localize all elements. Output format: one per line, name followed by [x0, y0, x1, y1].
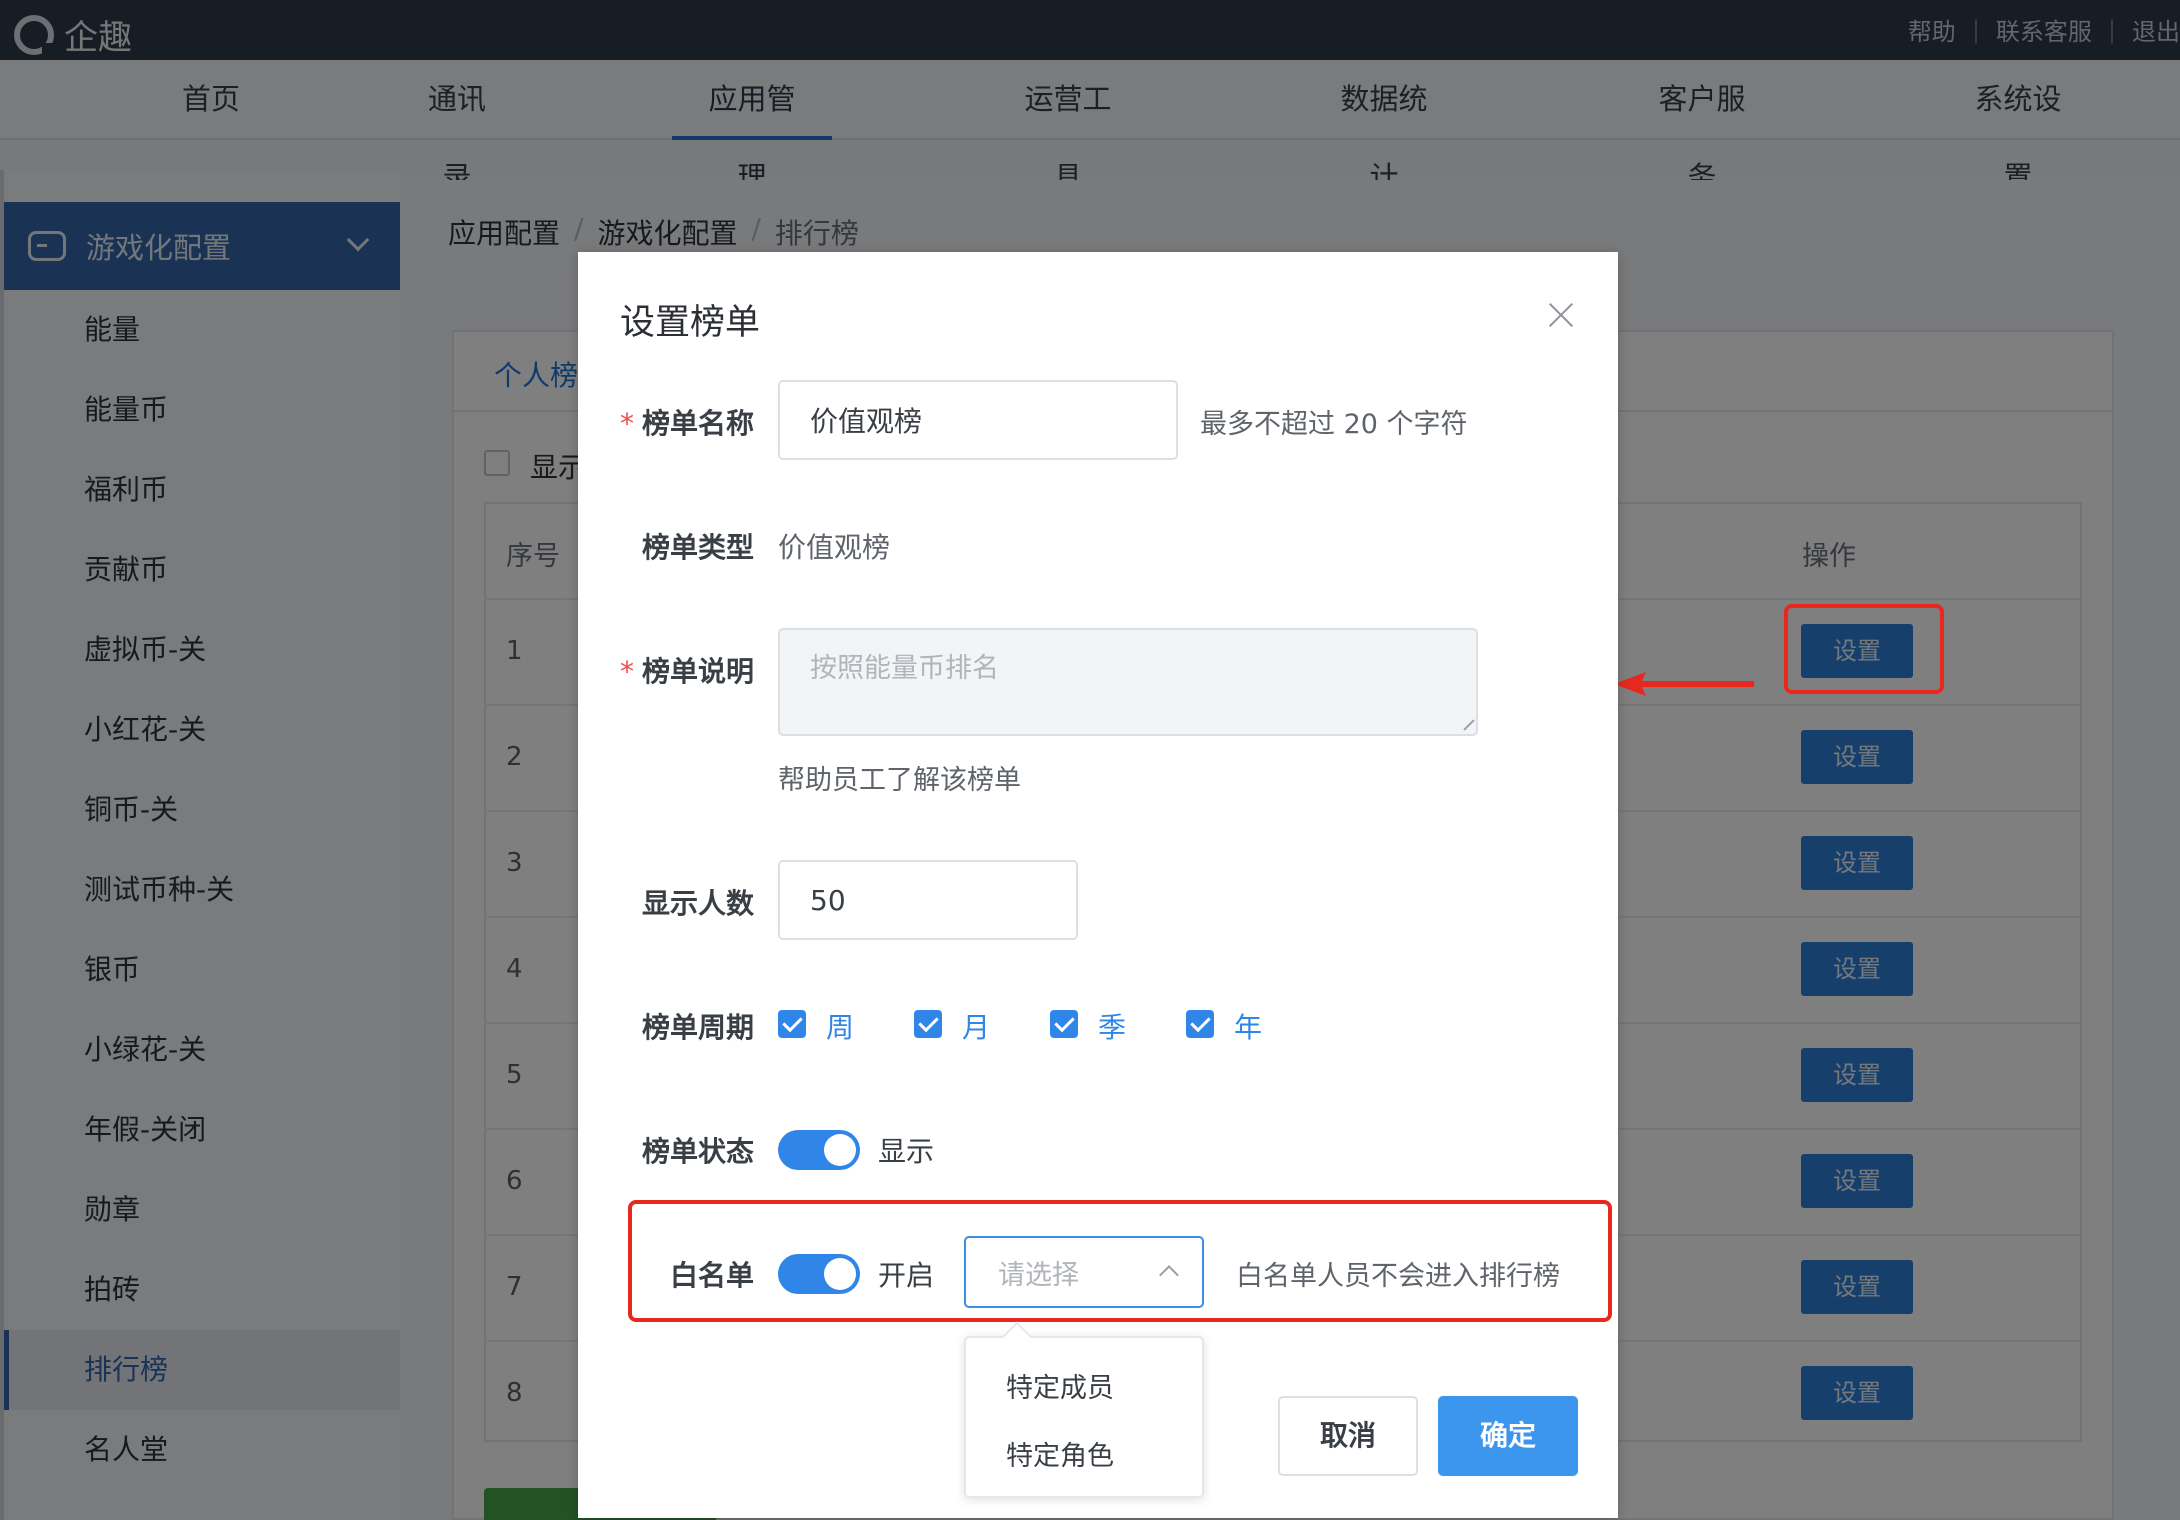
option-specific-members[interactable]: 特定成员 [1006, 1366, 1114, 1405]
whitelist-hint: 白名单人员不会进入排行榜 [1236, 1261, 1560, 1292]
whitelist-label: 白名单 [669, 1259, 754, 1292]
period-year-checkbox[interactable] [1186, 1010, 1214, 1038]
count-label: 显示人数 [641, 887, 754, 920]
name-label: * 榜单名称 [619, 407, 754, 440]
whitelist-value: 开启 [878, 1259, 935, 1292]
confirm-button[interactable]: 确定 [1438, 1396, 1578, 1476]
chevron-up-icon [1159, 1265, 1179, 1285]
option-specific-roles[interactable]: 特定角色 [1006, 1434, 1114, 1473]
arrow-left-icon [1614, 672, 1754, 696]
period-week-checkbox[interactable] [778, 1010, 806, 1038]
period-month-checkbox[interactable] [914, 1010, 942, 1038]
period-week-label: 周 [826, 1011, 855, 1044]
period-label: 榜单周期 [641, 1011, 754, 1044]
whitelist-toggle[interactable] [778, 1254, 860, 1294]
resize-handle-icon[interactable] [1460, 718, 1474, 732]
description-label: * 榜单说明 [619, 655, 754, 688]
highlight-set-button [1784, 604, 1944, 694]
count-input[interactable]: 50 [778, 860, 1078, 940]
period-quarter-checkbox[interactable] [1050, 1010, 1078, 1038]
whitelist-select-placeholder: 请选择 [998, 1259, 1079, 1291]
status-toggle[interactable] [778, 1130, 860, 1170]
period-year-label: 年 [1234, 1011, 1263, 1044]
period-quarter-label: 季 [1098, 1011, 1127, 1044]
description-hint: 帮助员工了解该榜单 [778, 765, 1021, 796]
type-label: 榜单类型 [641, 531, 754, 564]
description-textarea[interactable]: 按照能量币排名 [778, 628, 1478, 736]
whitelist-dropdown [964, 1336, 1204, 1498]
name-hint: 最多不超过 20 个字符 [1200, 409, 1468, 440]
name-input[interactable]: 价值观榜 [778, 380, 1178, 460]
status-label: 榜单状态 [641, 1135, 754, 1168]
period-month-label: 月 [962, 1011, 991, 1044]
close-icon[interactable] [1548, 302, 1574, 328]
status-value: 显示 [878, 1135, 935, 1168]
type-value: 价值观榜 [778, 531, 891, 564]
cancel-button[interactable]: 取消 [1278, 1396, 1418, 1476]
dialog-title: 设置榜单 [620, 303, 761, 343]
whitelist-select[interactable]: 请选择 [964, 1236, 1204, 1308]
